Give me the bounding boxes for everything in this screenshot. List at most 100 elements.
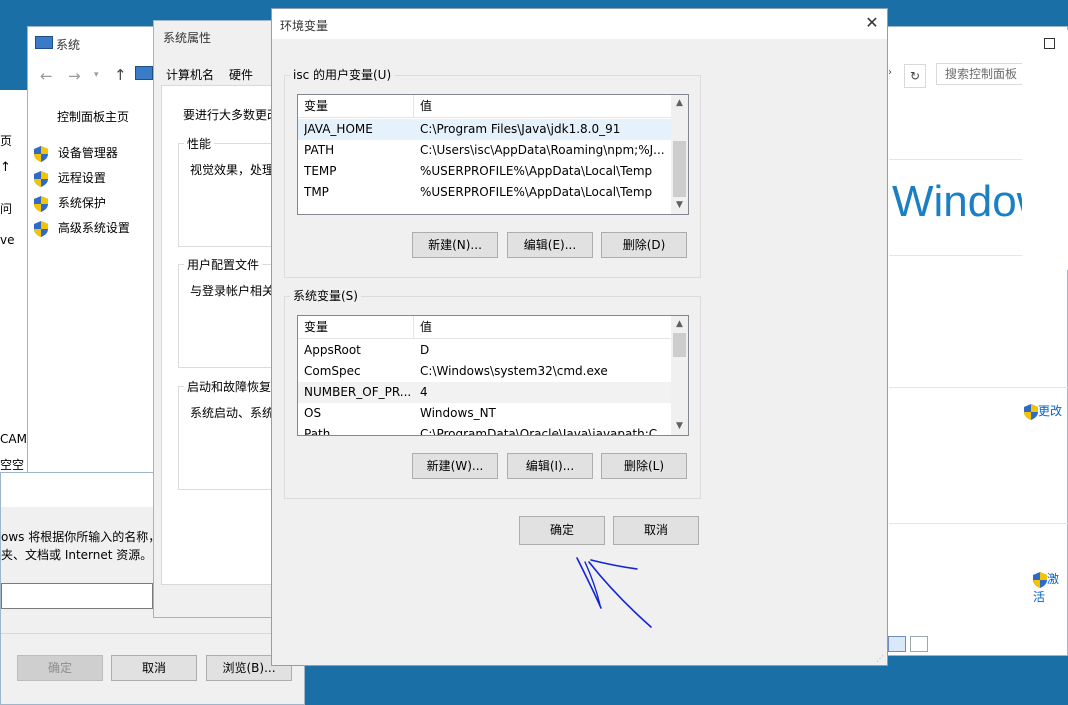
run-description: ows 将根据你所输入的名称， xyxy=(1,530,161,544)
user-delete-button[interactable]: 删除(D) xyxy=(601,232,687,258)
var-name: ComSpec xyxy=(304,364,361,378)
refresh-button[interactable]: ↻ xyxy=(904,64,926,88)
tab-panel: 要进行大多数更改 性能 视觉效果，处理 用户配置文件 与登录帐户相关 启动和故障… xyxy=(161,85,288,585)
scroll-up-icon[interactable]: ▲ xyxy=(671,95,688,112)
tiles-view-icon[interactable] xyxy=(910,636,928,652)
scroll-down-icon[interactable]: ▼ xyxy=(671,197,688,214)
var-name: TMP xyxy=(304,185,329,199)
var-value: C:\Windows\system32\cmd.exe xyxy=(420,364,608,378)
ok-button[interactable]: 确定 xyxy=(519,516,605,545)
dialog-title: 系统属性 xyxy=(163,31,212,45)
column-separator xyxy=(413,95,414,117)
shield-icon xyxy=(34,145,48,162)
system-variables-list[interactable]: 变量 值 AppsRoot D ComSpec C:\Windows\syste… xyxy=(297,315,689,436)
column-header-variable[interactable]: 变量 xyxy=(304,95,328,117)
divider xyxy=(889,387,1068,388)
fragment-text: 页 xyxy=(0,134,13,148)
dialog-title-bar xyxy=(272,9,887,39)
resize-grip-icon[interactable]: ⋰ xyxy=(876,654,884,663)
table-row[interactable]: OS Windows_NT xyxy=(298,403,671,424)
chevron-down-icon[interactable]: ▾ xyxy=(94,70,99,80)
system-new-button[interactable]: 新建(W)... xyxy=(412,453,498,479)
user-variables-list[interactable]: 变量 值 JAVA_HOME C:\Program Files\Java\jdk… xyxy=(297,94,689,215)
table-row[interactable]: TEMP %USERPROFILE%\AppData\Local\Temp xyxy=(298,161,671,182)
sidebar-item-advanced-settings[interactable]: 高级系统设置 xyxy=(34,219,130,237)
top-right-window xyxy=(1022,30,1068,270)
fragment-text: 问 xyxy=(0,202,13,216)
sidebar-home[interactable]: 控制面板主页 xyxy=(57,108,129,125)
table-row[interactable]: ComSpec C:\Windows\system32\cmd.exe xyxy=(298,361,671,382)
divider xyxy=(889,523,1068,524)
shield-icon xyxy=(34,170,48,187)
cancel-button[interactable]: 取消 xyxy=(613,516,699,545)
run-ok-button[interactable]: 确定 xyxy=(17,655,103,681)
monitor-icon xyxy=(135,66,153,80)
list-header: 变量 值 xyxy=(298,95,688,118)
details-view-icon[interactable] xyxy=(888,636,906,652)
var-name: JAVA_HOME xyxy=(304,122,373,136)
fragment-up-icon: ↑ xyxy=(0,160,11,175)
system-edit-button[interactable]: 编辑(I)... xyxy=(507,453,593,479)
table-row[interactable]: Path C:\ProgramData\Oracle\Java\javapath… xyxy=(298,424,671,435)
sidebar-item-system-protection[interactable]: 系统保护 xyxy=(34,194,106,212)
scrollbar-thumb[interactable] xyxy=(673,333,686,357)
var-name: PATH xyxy=(304,143,335,157)
tab-computer-name[interactable]: 计算机名 xyxy=(166,66,214,83)
column-separator xyxy=(413,316,414,338)
run-cancel-button[interactable]: 取消 xyxy=(111,655,197,681)
address-chevron-icon[interactable]: › xyxy=(888,67,892,78)
table-row[interactable]: PATH C:\Users\isc\AppData\Roaming\npm;%J… xyxy=(298,140,671,161)
column-header-value[interactable]: 值 xyxy=(420,316,432,338)
forward-arrow-icon[interactable]: → xyxy=(68,67,81,85)
run-description: 夹、文档或 Internet 资源。 xyxy=(1,548,153,562)
table-row[interactable]: TMP %USERPROFILE%\AppData\Local\Temp xyxy=(298,182,671,203)
maximize-icon[interactable] xyxy=(1044,38,1055,49)
user-variables-label: isc 的用户变量(U) xyxy=(290,66,395,83)
table-row[interactable]: JAVA_HOME C:\Program Files\Java\jdk1.8.0… xyxy=(298,119,671,140)
scroll-up-icon[interactable]: ▲ xyxy=(671,316,688,333)
change-settings-link[interactable]: 更改 xyxy=(1024,402,1062,420)
performance-text: 视觉效果，处理 xyxy=(190,163,275,177)
scroll-down-icon[interactable]: ▼ xyxy=(671,418,688,435)
column-header-variable[interactable]: 变量 xyxy=(304,316,328,338)
fragment-text: CAM xyxy=(0,432,27,446)
shield-icon xyxy=(34,220,48,237)
table-row[interactable]: NUMBER_OF_PR... 4 xyxy=(298,382,671,403)
back-arrow-icon[interactable]: ← xyxy=(40,67,53,85)
var-value: %USERPROFILE%\AppData\Local\Temp xyxy=(420,164,653,178)
dialog-title: 环境变量 xyxy=(280,19,329,33)
up-arrow-icon[interactable]: ↑ xyxy=(114,66,127,84)
sidebar-item-device-manager[interactable]: 设备管理器 xyxy=(34,144,118,162)
sidebar-item-label: 远程设置 xyxy=(57,171,106,185)
close-icon[interactable]: ✕ xyxy=(862,13,882,33)
scrollbar-thumb[interactable] xyxy=(673,141,686,197)
var-value: C:\Users\isc\AppData\Roaming\npm;%J... xyxy=(420,143,665,157)
sidebar-item-remote-settings[interactable]: 远程设置 xyxy=(34,169,106,187)
var-name: NUMBER_OF_PR... xyxy=(304,385,412,399)
list-header: 变量 值 xyxy=(298,316,688,339)
user-edit-button[interactable]: 编辑(E)... xyxy=(507,232,593,258)
system-properties-dialog: 系统属性 计算机名 硬件 要进行大多数更改 性能 视觉效果，处理 用户配置文件 … xyxy=(153,20,288,618)
divider xyxy=(1,633,306,634)
window-title: 系统 xyxy=(56,38,81,52)
activate-link[interactable]: 激活 xyxy=(1033,570,1067,605)
shield-icon xyxy=(34,195,48,212)
monitor-icon xyxy=(35,36,53,49)
scrollbar[interactable]: ▲ ▼ xyxy=(671,316,688,435)
var-value: 4 xyxy=(420,385,428,399)
var-name: OS xyxy=(304,406,322,420)
user-new-button[interactable]: 新建(N)... xyxy=(412,232,498,258)
fragment-text: 空空 xyxy=(0,458,25,472)
performance-label: 性能 xyxy=(184,135,215,152)
sidebar-item-label: 系统保护 xyxy=(57,196,106,210)
profile-label: 用户配置文件 xyxy=(184,256,263,273)
table-row[interactable]: AppsRoot D xyxy=(298,340,671,361)
profile-text: 与登录帐户相关 xyxy=(190,284,275,298)
tab-hardware[interactable]: 硬件 xyxy=(229,66,253,83)
system-delete-button[interactable]: 删除(L) xyxy=(601,453,687,479)
column-header-value[interactable]: 值 xyxy=(420,95,432,117)
scrollbar[interactable]: ▲ ▼ xyxy=(671,95,688,214)
run-input[interactable] xyxy=(1,583,153,609)
var-value: %USERPROFILE%\AppData\Local\Temp xyxy=(420,185,653,199)
var-value: D xyxy=(420,343,430,357)
